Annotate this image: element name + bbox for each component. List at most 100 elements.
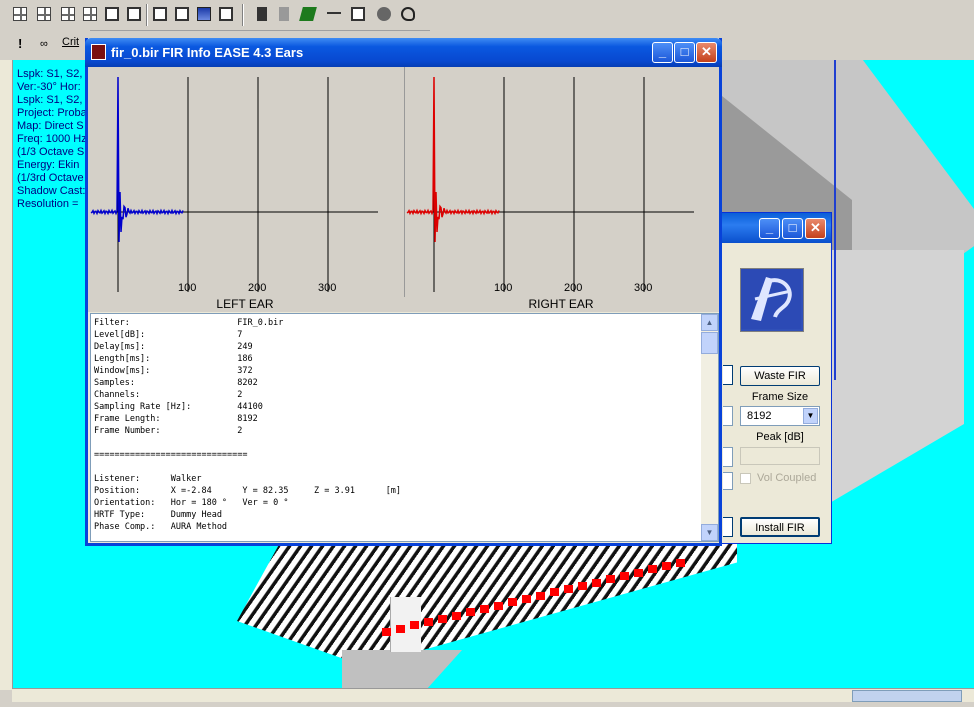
fir-info-text[interactable]: Filter: FIR_0.bir Level[dB]: 7 Delay[ms]…	[90, 313, 719, 542]
layout-grid-icon[interactable]	[34, 4, 54, 24]
hand-icon[interactable]	[374, 4, 394, 24]
ears-logo-graphic	[741, 269, 801, 329]
info-line: Lspk: S1, S2,	[17, 68, 83, 80]
maximize-icon[interactable]: □	[674, 42, 695, 63]
ear-icon[interactable]	[398, 4, 418, 24]
window-icon[interactable]	[150, 4, 170, 24]
info-line: (1/3 Octave S	[17, 146, 85, 158]
seat-marker	[438, 614, 447, 623]
seat-marker	[452, 611, 461, 620]
scroll-thumb[interactable]	[701, 332, 718, 354]
install-fir-button[interactable]: Install FIR	[740, 517, 820, 537]
seat-marker	[410, 621, 419, 630]
x-tick-label: 200	[248, 282, 266, 294]
seat-marker	[522, 595, 531, 603]
seat-marker	[466, 608, 475, 617]
seat-marker	[550, 588, 559, 597]
right-ear-plot: 100 200 300	[406, 76, 694, 294]
film-icon[interactable]	[348, 4, 368, 24]
scroll-up-icon[interactable]: ▲	[701, 314, 718, 331]
info-line: Map: Direct S	[17, 120, 84, 132]
chevron-down-icon[interactable]: ▼	[803, 408, 818, 424]
seat-marker	[648, 565, 657, 574]
vertical-scrollbar[interactable]	[0, 60, 13, 690]
x-tick-label: 100	[178, 282, 196, 294]
layout-grid-icon[interactable]	[58, 4, 78, 24]
window-titlebar[interactable]: fir_0.bir FIR Info EASE 4.3 Ears _ □ ✕	[85, 38, 722, 67]
info-line: Resolution =	[17, 198, 79, 210]
vol-coupled-checkbox[interactable]	[740, 473, 751, 484]
seat-marker	[564, 585, 573, 594]
main-toolbar	[0, 0, 430, 31]
color-map-icon[interactable]	[194, 4, 214, 24]
area-icon[interactable]	[298, 4, 318, 24]
minimize-icon[interactable]: _	[759, 218, 780, 239]
impulse-trace	[406, 76, 500, 243]
seat-marker	[606, 575, 615, 584]
exclaim-button[interactable]: !	[18, 36, 22, 51]
close-icon[interactable]: ✕	[696, 42, 717, 63]
seat-marker	[592, 578, 601, 587]
info-line: Freq: 1000 Hz	[17, 133, 87, 145]
text-scrollbar[interactable]: ▲ ▼	[701, 314, 718, 541]
hidden-field-edge[interactable]	[723, 472, 733, 490]
seat-marker	[536, 591, 545, 600]
ease-app-icon	[91, 44, 106, 60]
ears-logo-icon	[740, 268, 804, 332]
impulse-response-charts: 100 200 300 LEFT EAR 100 200 300 RIGHT EAR	[88, 67, 719, 312]
fir-info-lines: Filter: FIR_0.bir Level[dB]: 7 Delay[ms]…	[94, 318, 402, 532]
speaker-muted-icon[interactable]	[276, 4, 296, 24]
waveform-icon[interactable]	[324, 4, 344, 24]
hidden-button-edge[interactable]	[723, 517, 733, 537]
pencil-icon[interactable]	[216, 4, 236, 24]
scroll-down-icon[interactable]: ▼	[701, 524, 718, 541]
impulse-trace	[90, 76, 184, 243]
frame-size-label: Frame Size	[751, 391, 809, 403]
window-icon[interactable]	[102, 4, 122, 24]
x-tick-label: 200	[564, 282, 582, 294]
frame-size-select[interactable]: 8192 ▼	[740, 406, 820, 426]
hidden-field-edge[interactable]	[723, 406, 733, 426]
seat-marker	[676, 558, 685, 567]
info-line: Ver:-30° Hor:	[17, 81, 81, 93]
seat-marker	[424, 618, 433, 627]
waste-fir-button[interactable]: Waste FIR	[740, 366, 820, 386]
seat-marker	[382, 628, 391, 636]
x-tick-label: 300	[634, 282, 652, 294]
seat-marker	[396, 624, 405, 633]
info-line: Project: Proba	[17, 107, 87, 119]
horizontal-scrollbar[interactable]	[12, 688, 974, 703]
hidden-field-edge[interactable]	[723, 447, 733, 467]
info-panel: Lspk: S1, S2, Ver:-30° Hor: Lspk: S1, S2, P…	[17, 68, 87, 211]
vol-coupled-label: Vol Coupled	[757, 472, 817, 484]
info-line: Lspk: S1, S2,	[17, 94, 83, 106]
secondary-toolbar: ! ∞ Crit	[0, 30, 90, 61]
window-icon[interactable]	[124, 4, 144, 24]
left-ear-plot: 100 200 300	[90, 76, 378, 294]
speaker-icon[interactable]	[254, 4, 274, 24]
seat-marker	[578, 581, 587, 590]
hidden-button-edge[interactable]	[723, 365, 733, 385]
link-icon[interactable]: ∞	[40, 38, 48, 50]
right-ear-chart: 100 200 300 RIGHT EAR	[404, 67, 718, 312]
layout-grid-icon[interactable]	[80, 4, 100, 24]
minimize-icon[interactable]: _	[652, 42, 673, 63]
layout-grid-icon[interactable]	[10, 4, 30, 24]
seat-marker	[634, 568, 643, 577]
peak-label: Peak [dB]	[756, 431, 804, 443]
peak-field[interactable]	[740, 447, 820, 465]
seat-marker	[620, 571, 629, 580]
frame-size-value: 8192	[747, 410, 772, 422]
info-line: Energy: Ekin	[17, 159, 80, 171]
picture-icon[interactable]	[172, 4, 192, 24]
info-line: Shadow Cast:	[17, 185, 86, 197]
seat-marker	[508, 598, 517, 607]
audience-seating	[237, 530, 737, 660]
crit-button[interactable]: Crit	[62, 36, 79, 48]
x-tick-label: 300	[318, 282, 336, 294]
seat-marker	[494, 601, 503, 610]
close-icon[interactable]: ✕	[805, 218, 826, 239]
x-tick-label: 100	[494, 282, 512, 294]
maximize-icon[interactable]: □	[782, 218, 803, 239]
scroll-thumb[interactable]	[852, 690, 962, 702]
